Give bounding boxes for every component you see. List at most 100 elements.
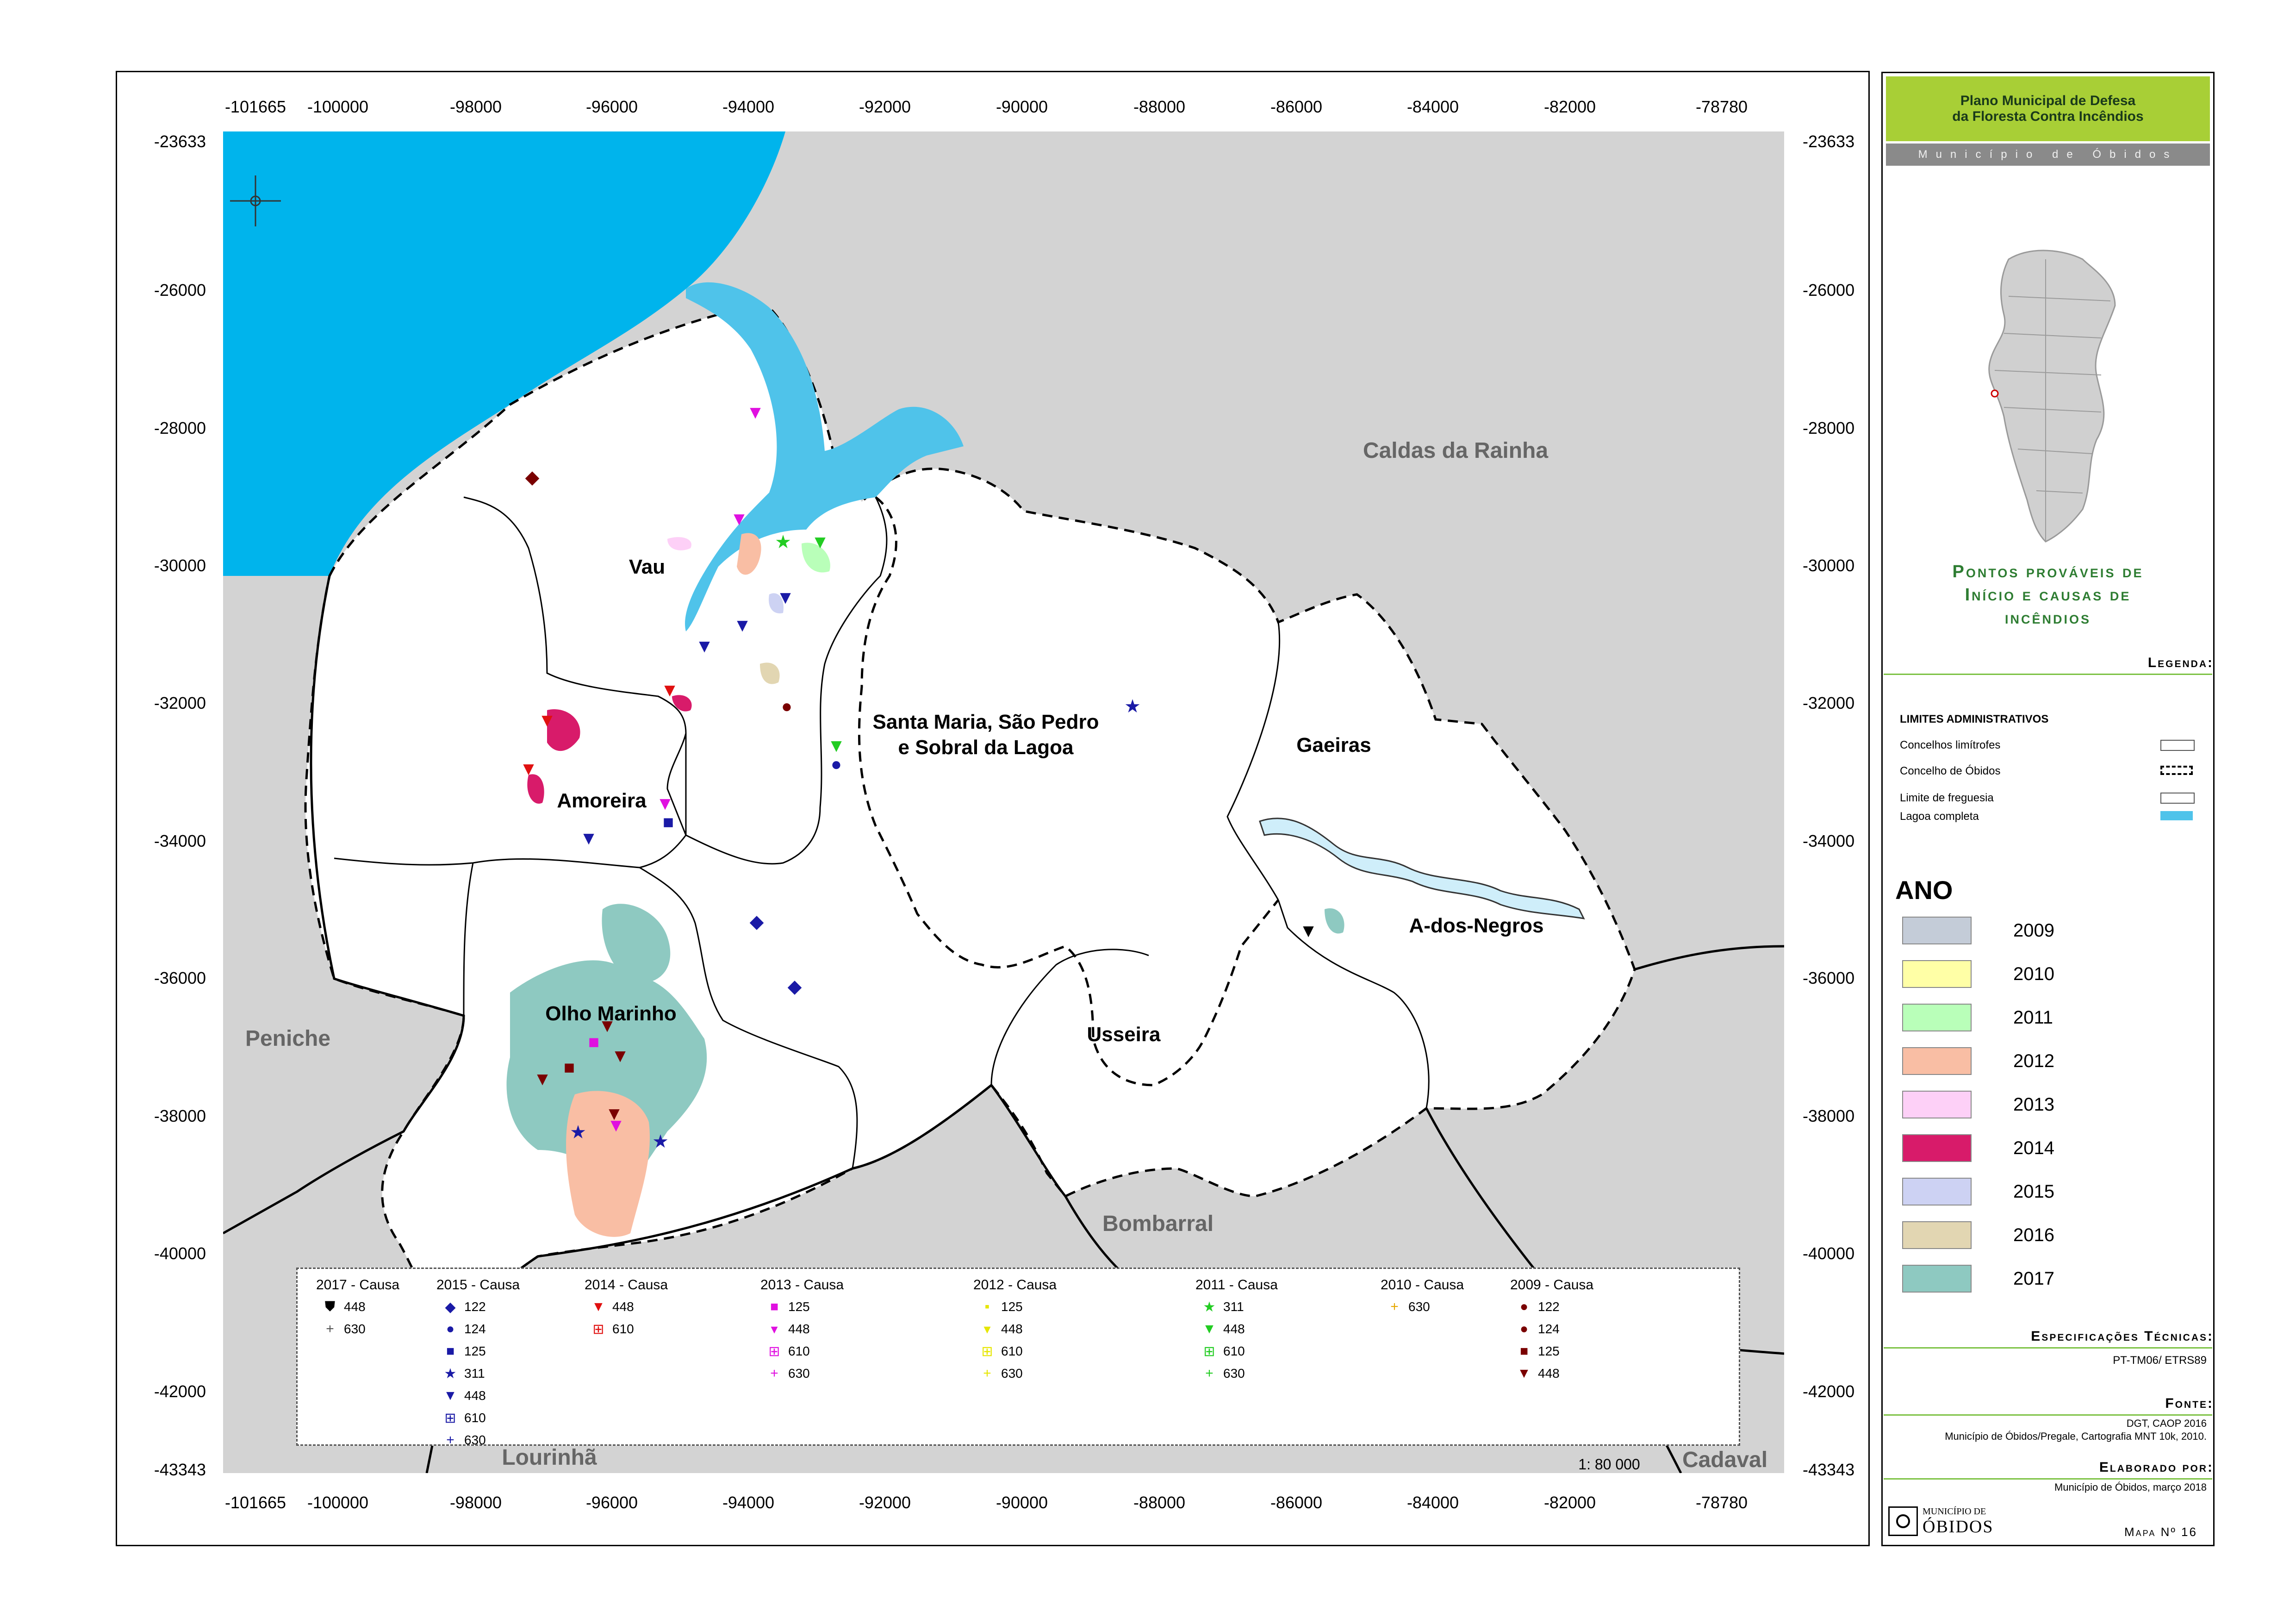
- legend-col-2017: 2017 - Causa ⛊ 448 +630: [316, 1277, 399, 1340]
- map-title-line-1: Pontos prováveis de: [1952, 562, 2144, 581]
- legend-col-2015: 2015 - Causa ◆ 122 ● 124 ■ 125 ★ 311 ▼ 448 ⊞ 610 +63…: [436, 1277, 520, 1451]
- fire-point-marker: ◆: [525, 467, 540, 487]
- year-label: 2011: [2013, 1007, 2053, 1028]
- legend-symbol-icon: ▾: [771, 1321, 778, 1337]
- ano-title: ANO: [1895, 875, 1953, 905]
- source-line-1: DGT, CAOP 2016: [2126, 1418, 2207, 1429]
- legend-cause-code: 610: [788, 1344, 810, 1358]
- legend-cause-code: 125: [1001, 1299, 1023, 1314]
- map-title-line-3: incêndios: [2004, 608, 2091, 628]
- map-title: Pontos prováveis de Início e causas de i…: [1886, 560, 2210, 630]
- legend-cause-code: 630: [1408, 1299, 1430, 1314]
- y-tick-left: -32000: [154, 693, 206, 712]
- y-tick-right: -43343: [1803, 1460, 1855, 1479]
- legend-cause-code: 610: [1001, 1344, 1023, 1358]
- legend-symbol-icon: ◆: [445, 1299, 456, 1315]
- x-tick-bottom: -90000: [996, 1493, 1048, 1512]
- place-vau: Vau: [629, 556, 665, 578]
- fire-point-marker: ▼: [607, 1115, 625, 1136]
- place-amoreira: Amoreira: [557, 789, 647, 812]
- x-tick-bottom: -100000: [307, 1493, 369, 1512]
- legend-entry: ● 124: [436, 1318, 520, 1340]
- legend-entry: ● 124: [1510, 1318, 1593, 1340]
- spec-label: Especificações Técnicas:: [2031, 1329, 2214, 1344]
- year-label: 2014: [2013, 1138, 2054, 1158]
- legend-entry: ■ 125: [1510, 1340, 1593, 1362]
- legend-symbol-icon: ⛊: [324, 1299, 336, 1314]
- legend-cause-code: 630: [1001, 1366, 1023, 1380]
- year-swatch: [1902, 1221, 1972, 1249]
- y-tick-left: -34000: [154, 831, 206, 850]
- y-tick-right: -42000: [1803, 1382, 1855, 1401]
- legend-symbol-icon: ■: [446, 1343, 455, 1359]
- y-tick-left: -40000: [154, 1244, 206, 1263]
- legend-col-2014: 2014 - Causa ▼ 448 ⊞ 610: [585, 1277, 668, 1340]
- legend-cause-code: 311: [464, 1366, 485, 1380]
- legend-cause-code: 125: [788, 1299, 810, 1314]
- legend-cause-code: 610: [1223, 1344, 1245, 1358]
- legend-cause-code: 448: [1223, 1322, 1245, 1336]
- place-olho-marinho: Olho Marinho: [545, 1002, 677, 1025]
- legend-entry: ▪ 125: [973, 1296, 1057, 1318]
- legend-symbol-icon: ▼: [1202, 1321, 1216, 1337]
- place-gaeiras: Gaeiras: [1296, 734, 1371, 756]
- legend-symbol-icon: +: [983, 1366, 991, 1381]
- legend-symbol-icon: ■: [770, 1299, 779, 1314]
- legend-cause-code: 448: [344, 1299, 366, 1314]
- x-tick-top: -94000: [722, 97, 775, 116]
- legend-entry: ⊞ 610: [973, 1340, 1057, 1362]
- swatch-obidos: [2160, 766, 2193, 775]
- fire-point-marker: ▼: [538, 710, 556, 731]
- place-santa-maria-2: e Sobral da Lagoa: [898, 736, 1074, 759]
- legend-entry: ● 122: [1510, 1296, 1593, 1318]
- x-tick-bottom: -92000: [859, 1493, 911, 1512]
- legend-symbol-icon: +: [770, 1366, 778, 1381]
- obidos-logo: MUNICÍPIO DE ÓBIDOS: [1888, 1504, 1992, 1541]
- fire-point-marker: ▼: [730, 509, 748, 529]
- legend-entry: ◆ 122: [436, 1296, 520, 1318]
- legend-cause-code: 630: [788, 1366, 810, 1380]
- legend-entry: +630: [1381, 1296, 1464, 1318]
- swatch-lagoa: [2160, 811, 2193, 820]
- legend-col-2011: 2011 - Causa ★ 311 ▼ 448 ⊞ 610 +630: [1195, 1277, 1278, 1385]
- legend-symbol-icon: ■: [1519, 1343, 1529, 1359]
- source-label: Fonte:: [2165, 1396, 2214, 1411]
- y-tick-left: -26000: [154, 281, 206, 300]
- swatch-freguesia: [2160, 793, 2195, 804]
- y-tick-left: -42000: [154, 1382, 206, 1401]
- legend-symbol-icon: ⊞: [592, 1321, 604, 1337]
- legend-entry: ▾ 448: [760, 1318, 844, 1340]
- fire-point-marker: ▼: [519, 759, 538, 779]
- spec-value: PT-TM06/ ETRS89: [2113, 1354, 2207, 1367]
- legend-cause-code: 610: [464, 1411, 486, 1425]
- fire-cause-legend: 2017 - Causa ⛊ 448 +630 2015 - Causa ◆ 122 ●…: [296, 1268, 1740, 1448]
- legend-entry: ▾ 448: [973, 1318, 1057, 1340]
- legend-entry: ■ 125: [760, 1296, 844, 1318]
- legend-cause-code: 124: [1538, 1322, 1560, 1336]
- legend-entry: ▼ 448: [585, 1296, 668, 1318]
- legend-title-2010: 2010 - Causa: [1381, 1277, 1464, 1293]
- x-tick-bottom: -88000: [1133, 1493, 1186, 1512]
- author-label: Elaborado por:: [2099, 1460, 2214, 1475]
- x-tick-bottom: -84000: [1406, 1493, 1459, 1512]
- legend-title-2015: 2015 - Causa: [436, 1277, 520, 1293]
- legend-symbol-icon: ●: [1519, 1299, 1529, 1314]
- x-tick-top: -90000: [996, 97, 1048, 116]
- admin-item-lagoa: Lagoa completa: [1900, 810, 1979, 823]
- fire-point-marker: ▼: [1299, 921, 1318, 941]
- y-tick-right: -30000: [1803, 556, 1855, 575]
- legend-cause-code: 630: [344, 1322, 366, 1336]
- y-tick-right: -28000: [1803, 418, 1855, 437]
- x-tick-top: -88000: [1133, 97, 1186, 116]
- map-number: Mapa Nº 16: [2124, 1525, 2197, 1539]
- legend-entry: ⛊ 448: [316, 1296, 399, 1318]
- legend-symbol-icon: +: [1390, 1299, 1399, 1314]
- y-tick-left: -38000: [154, 1106, 206, 1125]
- legend-entry: ⊞ 610: [585, 1318, 668, 1340]
- fire-point-marker: ●: [831, 754, 842, 775]
- legend-col-2010: 2010 - Causa +630: [1381, 1277, 1464, 1318]
- x-tick-bottom: -94000: [722, 1493, 775, 1512]
- swatch-concelhos: [2160, 740, 2195, 751]
- y-tick-left: -28000: [154, 418, 206, 437]
- logo-icon: [1888, 1506, 1918, 1536]
